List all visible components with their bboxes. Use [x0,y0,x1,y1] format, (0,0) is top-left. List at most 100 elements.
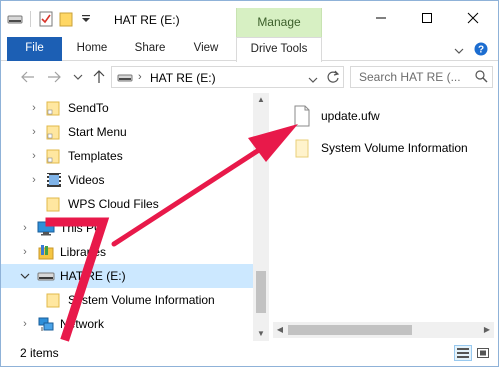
tree-item-label: Start Menu [68,125,127,139]
tab-file[interactable]: File [7,37,62,61]
large-icons-view-icon [477,348,489,358]
chevron-down-icon[interactable] [20,271,30,281]
ribbon-right-controls: ? [454,42,488,59]
search-icon[interactable] [475,70,488,86]
new-folder-icon[interactable] [58,11,74,27]
close-icon [467,12,479,24]
refresh-icon[interactable] [326,70,340,87]
item-count: 2 items [20,346,59,360]
minimize-button[interactable] [358,1,404,35]
tree-item-templates[interactable]: › Templates [1,144,253,168]
tree-item-hat-re-drive[interactable]: HAT RE (E:) [1,264,253,288]
chevron-right-icon[interactable]: › [20,318,30,330]
drive-icon [37,268,55,286]
scroll-right-icon[interactable]: ▶ [480,322,494,338]
tree-item-label: Videos [68,173,105,187]
breadcrumb-path[interactable]: HAT RE (E:) [150,71,216,85]
tree-item-label: HAT RE (E:) [60,269,126,283]
tab-drive-tools[interactable]: Drive Tools [236,37,322,62]
up-arrow-icon [93,70,105,83]
tree-item-wps-cloud-files[interactable]: WPS Cloud Files [1,192,253,216]
navigation-pane: › SendTo › Start Menu › Templates › Vide… [1,93,269,341]
tree-item-label: Templates [68,149,123,163]
tree-item-label: WPS Cloud Files [68,197,159,211]
libraries-icon [37,243,55,261]
large-icons-view-button[interactable] [474,345,492,361]
nav-vertical-scrollbar[interactable]: ▲ ▼ [253,93,269,341]
details-view-button[interactable] [454,345,472,361]
scroll-thumb[interactable] [256,271,266,313]
forward-arrow-icon [48,71,61,83]
file-list: update.ufw System Volume Information [273,93,494,321]
back-arrow-icon [21,71,34,83]
tree-item-label: SendTo [68,101,109,115]
file-name: System Volume Information [321,141,468,155]
contextual-tab-group: Manage [236,8,322,37]
folder-icon [45,147,63,165]
recent-locations-button[interactable] [69,68,87,86]
customize-qat-icon[interactable] [78,11,94,27]
chevron-right-icon[interactable]: › [29,174,39,186]
chevron-right-icon[interactable]: › [20,246,30,258]
contextual-tab-label: Manage [257,15,301,29]
ribbon-tabs: File Home Share View Drive Tools ? [1,37,498,62]
file-icon [293,105,311,130]
tab-home[interactable]: Home [69,37,115,61]
properties-icon[interactable] [38,11,54,27]
scroll-up-icon[interactable]: ▲ [253,93,269,107]
window-title: HAT RE (E:) [114,13,180,27]
folder-icon [45,291,63,309]
tab-share[interactable]: Share [127,37,173,61]
drive-icon[interactable] [7,11,23,27]
forward-button[interactable] [45,68,63,86]
chevron-right-icon[interactable]: › [20,222,30,234]
folder-icon [45,123,63,141]
chevron-down-icon [73,74,83,80]
tab-view[interactable]: View [183,37,229,61]
folder-icon [45,99,63,117]
quick-access-toolbar [7,11,94,27]
file-name: update.ufw [321,109,380,123]
drive-icon [117,72,133,87]
svg-text:?: ? [478,45,484,56]
tree-item-system-volume-information[interactable]: System Volume Information [1,288,253,312]
close-button[interactable] [450,1,496,35]
address-bar[interactable]: › HAT RE (E:) [111,66,344,88]
tree-item-label: Libraries [60,245,107,259]
tree-item-start-menu[interactable]: › Start Menu [1,120,253,144]
tree-item-network[interactable]: › Network [1,312,253,336]
breadcrumb-chevron-icon[interactable]: › [138,71,142,83]
up-button[interactable] [90,68,108,86]
expand-ribbon-icon[interactable] [454,44,464,58]
chevron-right-icon[interactable]: › [29,102,39,114]
details-view-icon [457,348,469,358]
view-switcher [454,345,492,361]
address-history-icon[interactable] [308,73,318,87]
folder-icon [293,137,311,162]
help-icon[interactable]: ? [474,42,488,59]
tree-item-label: This PC [60,221,103,235]
qat-divider [30,11,31,27]
maximize-icon [422,13,432,23]
scroll-thumb[interactable] [288,325,412,335]
chevron-right-icon[interactable]: › [29,150,39,162]
search-box[interactable] [350,66,493,88]
address-row: › HAT RE (E:) [1,62,498,92]
title-bar: HAT RE (E:) Manage [1,1,498,37]
back-button[interactable] [19,68,37,86]
tree-item-label: Network [60,317,105,331]
folder-icon [45,195,63,213]
scroll-down-icon[interactable]: ▼ [253,327,269,341]
scroll-left-icon[interactable]: ◀ [273,322,287,338]
maximize-button[interactable] [404,1,450,35]
chevron-right-icon[interactable]: › [29,126,39,138]
this-pc-icon [37,219,55,237]
tree-item-sendto[interactable]: › SendTo [1,96,253,120]
tree-item-videos[interactable]: › Videos [1,168,253,192]
tree-item-this-pc[interactable]: › This PC [1,216,253,240]
tree-item-libraries[interactable]: › Libraries [1,240,253,264]
file-horizontal-scrollbar[interactable]: ◀ ▶ [273,322,494,338]
minimize-icon [376,17,386,19]
videos-folder-icon [45,171,63,189]
search-input[interactable] [359,69,467,85]
